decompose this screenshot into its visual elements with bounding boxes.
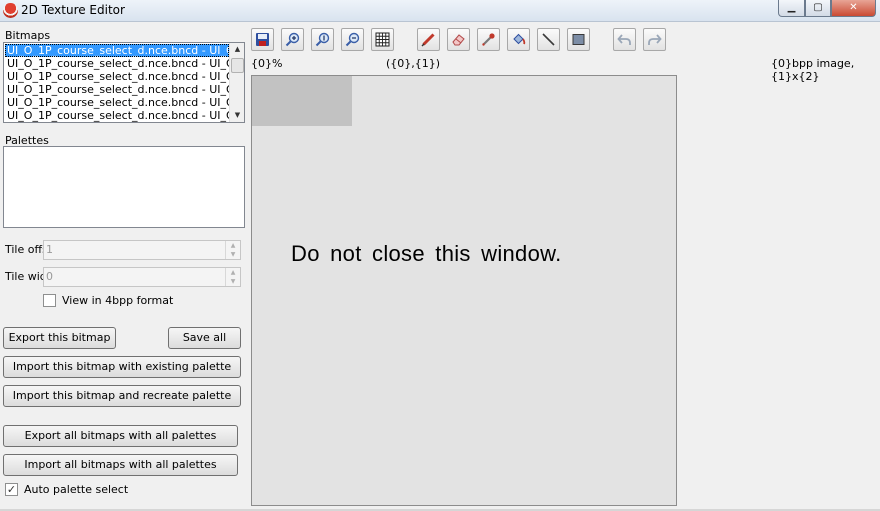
grid-tool[interactable] [371, 28, 394, 51]
window-title: 2D Texture Editor [21, 3, 125, 17]
line-tool[interactable] [537, 28, 560, 51]
rectangle-tool[interactable] [567, 28, 590, 51]
undo-icon [617, 34, 631, 45]
paint-bucket-icon [513, 33, 526, 45]
bitmap-list-item[interactable]: UI_O_1P_course_select_d.nce.bncd - UI_O_… [5, 44, 229, 57]
maximize-button[interactable]: ▢ [805, 0, 831, 17]
view-4bpp-checkbox[interactable] [43, 294, 56, 307]
floppy-icon [256, 33, 269, 46]
zoom-in-icon [285, 32, 300, 47]
import-recreate-palette-button[interactable]: Import this bitmap and recreate palette [3, 385, 241, 407]
bitmaps-scrollbar[interactable]: ▲ ▼ [229, 43, 244, 122]
view-4bpp-label[interactable]: View in 4bpp format [62, 294, 173, 307]
close-button[interactable]: ✕ [831, 0, 876, 17]
spin-down-icon[interactable]: ▼ [226, 277, 240, 286]
auto-palette-checkbox[interactable]: ✓ [5, 483, 18, 496]
fill-tool[interactable] [507, 28, 530, 51]
zoom-out-icon [345, 32, 360, 47]
auto-palette-label[interactable]: Auto palette select [24, 483, 128, 496]
zoom-reset-tool[interactable] [311, 28, 334, 51]
eyedropper-tool[interactable] [477, 28, 500, 51]
spin-down-icon[interactable]: ▼ [226, 250, 240, 259]
save-tool[interactable] [251, 28, 274, 51]
spin-up-icon[interactable]: ▲ [226, 268, 240, 277]
bitmap-list-item[interactable]: UI_O_1P_course_select_d.nce.bncd - UI_O_… [5, 96, 229, 109]
rectangle-icon [572, 34, 585, 45]
tile-offset-input[interactable]: 1 ▲ ▼ [43, 240, 241, 260]
redo-tool[interactable] [643, 28, 666, 51]
pencil-icon [421, 33, 435, 47]
redo-icon [648, 34, 662, 45]
image-info-label: {0}bpp image, {1}x{2} [771, 57, 855, 83]
tile-width-input[interactable]: 0 ▲ ▼ [43, 267, 241, 287]
mushroom-app-icon [3, 3, 18, 18]
grid-icon [375, 32, 390, 47]
eraser-icon [452, 34, 465, 46]
pencil-tool[interactable] [417, 28, 440, 51]
save-all-button[interactable]: Save all [168, 327, 241, 349]
bitmaps-listbox[interactable]: UI_O_1P_course_select_d.nce.bncd - UI_O_… [3, 42, 245, 123]
eraser-tool[interactable] [447, 28, 470, 51]
bitmap-list-item[interactable]: UI_O_1P_course_select_d.nce.bncd - UI_O_… [5, 109, 229, 122]
zoom-in-tool[interactable] [281, 28, 304, 51]
tile-offset-spinner[interactable]: ▲ ▼ [225, 241, 240, 259]
scroll-down-arrow-icon[interactable]: ▼ [230, 109, 244, 122]
bitmaps-label: Bitmaps [5, 29, 51, 42]
tile-width-spinner[interactable]: ▲ ▼ [225, 268, 240, 286]
tile-offset-value: 1 [46, 243, 53, 256]
import-existing-palette-button[interactable]: Import this bitmap with existing palette [3, 356, 241, 378]
spin-up-icon[interactable]: ▲ [226, 241, 240, 250]
tile-offset-label: Tile offs [5, 243, 48, 256]
texture-canvas[interactable]: Do not close this window. [251, 75, 677, 506]
line-icon [542, 33, 555, 46]
cursor-coordinates-label: ({0},{1}) [386, 57, 441, 70]
zoom-1-icon [315, 32, 330, 47]
tile-width-value: 0 [46, 270, 53, 283]
palettes-listbox[interactable] [3, 146, 245, 228]
undo-tool[interactable] [613, 28, 636, 51]
tile-preview [252, 76, 352, 126]
zoom-level-label: {0}% [251, 57, 283, 70]
bitmap-list-item[interactable]: UI_O_1P_course_select_d.nce.bncd - UI_O_… [5, 83, 229, 96]
scroll-up-arrow-icon[interactable]: ▲ [230, 43, 244, 56]
import-all-button[interactable]: Import all bitmaps with all palettes [3, 454, 238, 476]
minimize-button[interactable]: ▁ [778, 0, 805, 17]
export-bitmap-button[interactable]: Export this bitmap [3, 327, 116, 349]
title-bar[interactable]: 2D Texture Editor ▁ ▢ ✕ [0, 0, 880, 22]
bitmap-list-item[interactable]: UI_O_1P_course_select_d.nce.bncd - UI_O_… [5, 70, 229, 83]
export-all-button[interactable]: Export all bitmaps with all palettes [3, 425, 238, 447]
bitmap-list-item[interactable]: UI_O_1P_course_select_d.nce.bncd - UI_O_… [5, 57, 229, 70]
eyedropper-icon [482, 33, 495, 46]
canvas-message: Do not close this window. [291, 241, 562, 266]
scroll-thumb[interactable] [231, 58, 244, 73]
zoom-out-tool[interactable] [341, 28, 364, 51]
